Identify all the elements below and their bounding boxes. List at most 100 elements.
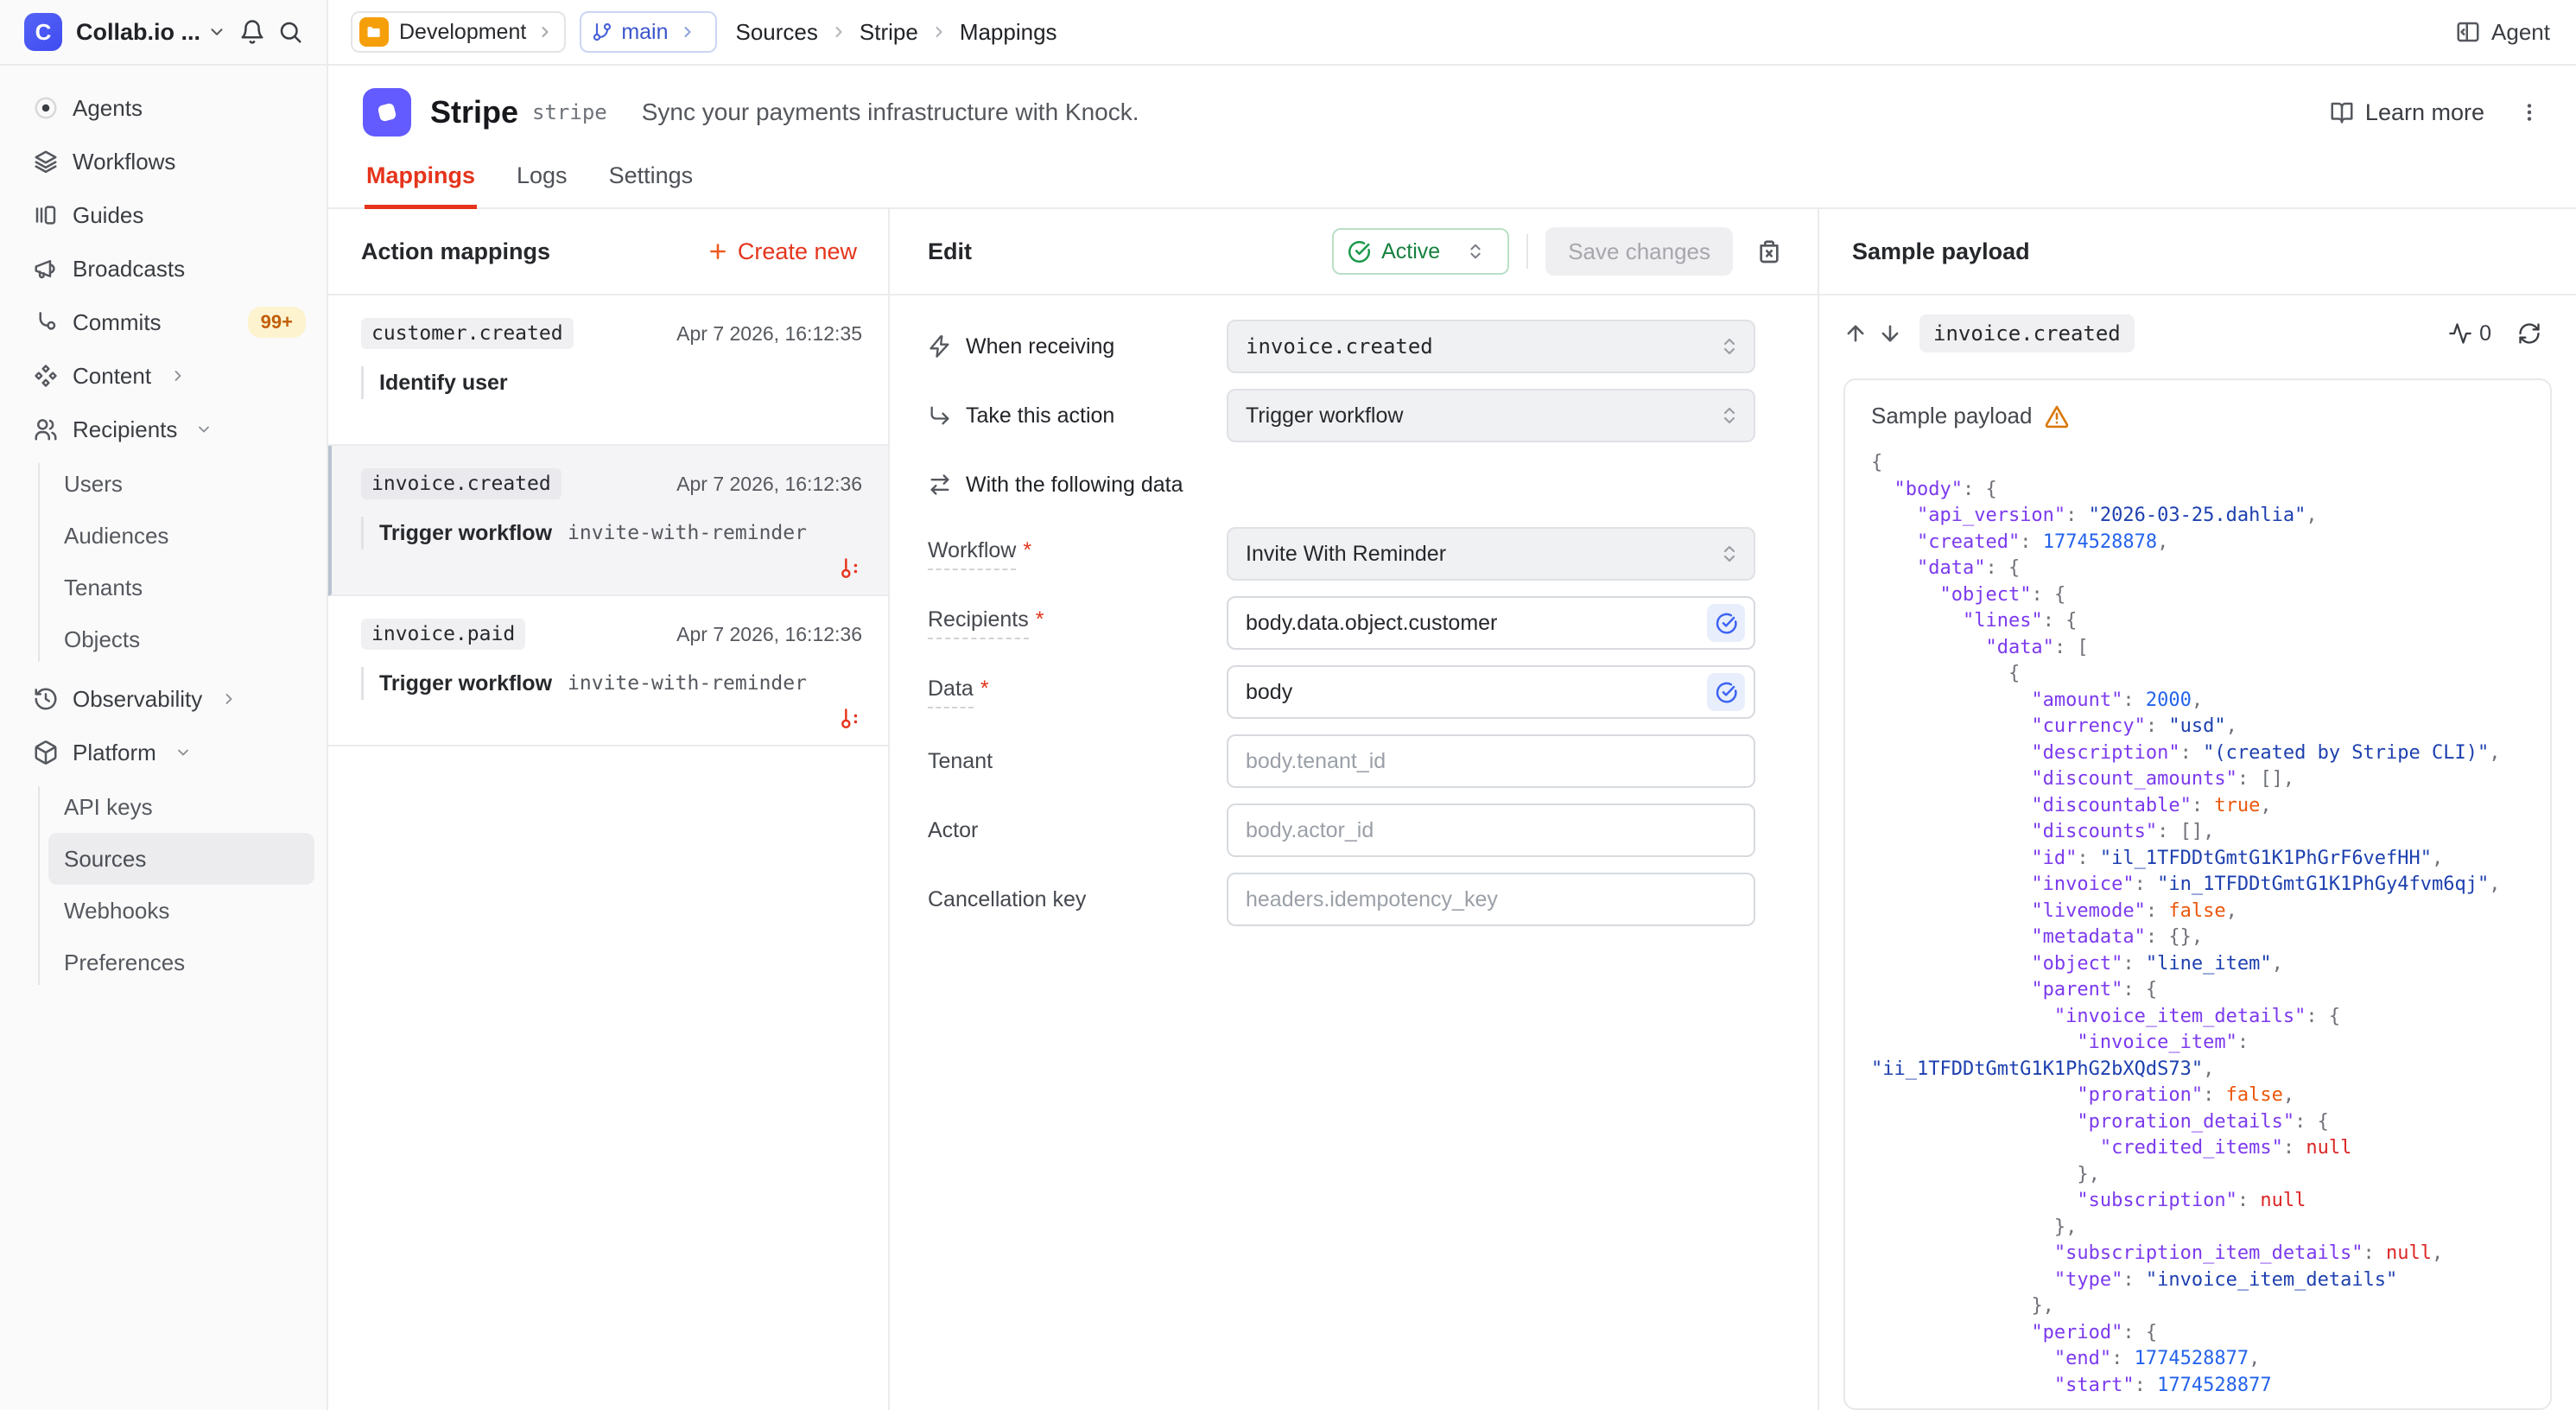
tab-settings[interactable]: Settings [607, 162, 695, 209]
mapping-workflow-key: invite-with-reminder [568, 522, 807, 544]
sidebar-nav: Agents Workflows Guides Broadcasts Commi… [0, 66, 327, 995]
sidebar-item-content[interactable]: Content [0, 349, 327, 403]
payload-toolbar: invoice.created 0 [1819, 295, 2576, 372]
sidebar-item-guides[interactable]: Guides [0, 188, 327, 242]
field-input-tenant[interactable]: body.tenant_id [1227, 734, 1755, 788]
workspace-name[interactable]: Collab.io ... [76, 19, 200, 46]
page-slug: stripe [532, 100, 607, 124]
sidebar-item-sources[interactable]: Sources [48, 833, 314, 885]
bell-icon[interactable] [237, 16, 268, 48]
page-header: Stripe stripe Sync your payments infrast… [328, 66, 2576, 209]
divider [1526, 234, 1528, 269]
mapping-item-invoice-paid[interactable]: invoice.paid Apr 7 2026, 16:12:36 Trigge… [328, 596, 888, 746]
sidebar-subnav: UsersAudiencesTenantsObjects [0, 456, 327, 672]
chevron-down-icon[interactable] [207, 22, 226, 41]
breadcrumb-item-stripe[interactable]: Stripe [860, 19, 918, 46]
sidebar-item-recipients[interactable]: Recipients [0, 403, 327, 456]
agents-icon [33, 95, 59, 121]
payload-json[interactable]: { "body": { "api_version": "2026-03-25.d… [1871, 450, 2524, 1399]
search-icon[interactable] [275, 16, 306, 48]
plus-icon [707, 240, 729, 263]
sidebar-item-platform[interactable]: Platform [0, 726, 327, 779]
error-count: 0 [2479, 321, 2491, 346]
field-input-actor[interactable]: body.actor_id [1227, 803, 1755, 857]
create-new-button[interactable]: Create new [707, 238, 857, 265]
sidebar-item-agents[interactable]: Agents [0, 81, 327, 135]
field-label-cancellation-key: Cancellation key [928, 887, 1227, 912]
broadcasts-icon [33, 256, 59, 282]
sidebar-item-preferences[interactable]: Preferences [48, 937, 314, 988]
chevron-right-icon [165, 367, 191, 384]
sidebar-item-audiences[interactable]: Audiences [48, 510, 314, 562]
tab-logs[interactable]: Logs [515, 162, 569, 209]
edit-title: Edit [928, 238, 972, 265]
sidebar-item-api-keys[interactable]: API keys [48, 781, 314, 833]
mapping-item-invoice-created[interactable]: invoice.created Apr 7 2026, 16:12:36 Tri… [328, 446, 888, 596]
kebab-menu-icon[interactable] [2517, 100, 2541, 124]
sidebar-item-users[interactable]: Users [48, 458, 314, 510]
sidebar-item-label: Agents [73, 95, 143, 122]
agent-button[interactable]: Agent [2455, 19, 2550, 46]
field-label-actor: Actor [928, 818, 1227, 843]
workspace-logo[interactable]: C [24, 13, 62, 51]
main-area: Development main Sources [328, 0, 2576, 1410]
chevron-right-icon [216, 690, 242, 708]
sidebar-item-observability[interactable]: Observability [0, 672, 327, 726]
sample-payload-title: Sample payload [1852, 238, 2030, 265]
payload-card-title: Sample payload [1871, 403, 2032, 429]
sidebar-item-webhooks[interactable]: Webhooks [48, 885, 314, 937]
mapping-action-label: Trigger workflow [379, 521, 552, 546]
page-description: Sync your payments infrastructure with K… [642, 98, 1139, 126]
field-label-data: Data * [928, 676, 1227, 708]
field-input-data[interactable]: body [1227, 665, 1755, 719]
chevrons-up-down-icon [1466, 242, 1485, 261]
field-rows: Workflow * Invite With Reminder Recipien… [928, 527, 1755, 926]
payload-event-pill[interactable]: invoice.created [1919, 314, 2135, 352]
branch-switcher[interactable]: main [580, 11, 716, 53]
field-input-recipients[interactable]: body.data.object.customer [1227, 596, 1755, 650]
sidebar-item-broadcasts[interactable]: Broadcasts [0, 242, 327, 295]
sidebar-item-label: Workflows [73, 149, 175, 175]
topbar: Development main Sources [328, 0, 2576, 66]
workflows-icon [33, 149, 59, 175]
sidebar-item-tenants[interactable]: Tenants [48, 562, 314, 613]
save-changes-button[interactable]: Save changes [1545, 227, 1733, 276]
sidebar-item-commits[interactable]: Commits 99+ [0, 295, 327, 349]
corner-down-right-icon [928, 403, 952, 428]
edit-form: When receiving invoice.created [890, 295, 1818, 942]
sidebar-item-workflows[interactable]: Workflows [0, 135, 327, 188]
breadcrumb-item-sources[interactable]: Sources [736, 19, 818, 46]
field-select-workflow[interactable]: Invite With Reminder [1227, 527, 1755, 581]
mapping-item-customer-created[interactable]: customer.created Apr 7 2026, 16:12:35 Id… [328, 295, 888, 446]
panel-left-icon [2455, 19, 2481, 45]
arrow-up-icon[interactable] [1838, 316, 1873, 351]
uncommitted-changes-icon [838, 555, 862, 582]
tab-bar: Mappings Logs Settings [328, 162, 2576, 209]
environment-switcher[interactable]: Development [351, 11, 566, 53]
breadcrumb-item-mappings[interactable]: Mappings [960, 19, 1057, 46]
commits-count-badge: 99+ [248, 307, 306, 338]
observability-icon [33, 686, 59, 712]
tab-mappings[interactable]: Mappings [365, 162, 477, 209]
mapping-timestamp: Apr 7 2026, 16:12:36 [676, 473, 862, 496]
take-action-label: Take this action [928, 403, 1227, 429]
take-action-select[interactable]: Trigger workflow [1227, 389, 1755, 442]
environment-folder-icon [359, 17, 389, 47]
validated-badge [1707, 604, 1745, 642]
arrows-left-right-icon [928, 473, 952, 497]
refresh-icon[interactable] [2512, 316, 2547, 351]
delete-mapping-icon[interactable] [1752, 234, 1786, 269]
sidebar-subnav: API keysSourcesWebhooksPreferences [0, 779, 327, 995]
arrow-down-icon[interactable] [1873, 316, 1907, 351]
breadcrumb: Development main Sources [351, 11, 1057, 53]
field-input-cancellation-key[interactable]: headers.idempotency_key [1227, 873, 1755, 926]
status-select[interactable]: Active [1332, 228, 1509, 275]
learn-more-link[interactable]: Learn more [2329, 99, 2484, 126]
when-receiving-select[interactable]: invoice.created [1227, 320, 1755, 373]
activity-icon[interactable] [2448, 321, 2472, 346]
git-branch-icon [592, 22, 612, 42]
sidebar-item-objects[interactable]: Objects [48, 613, 314, 665]
warning-icon[interactable] [2044, 403, 2070, 429]
sidebar: C Collab.io ... Agents Workflows Guides [0, 0, 328, 1410]
field-label-tenant: Tenant [928, 749, 1227, 774]
